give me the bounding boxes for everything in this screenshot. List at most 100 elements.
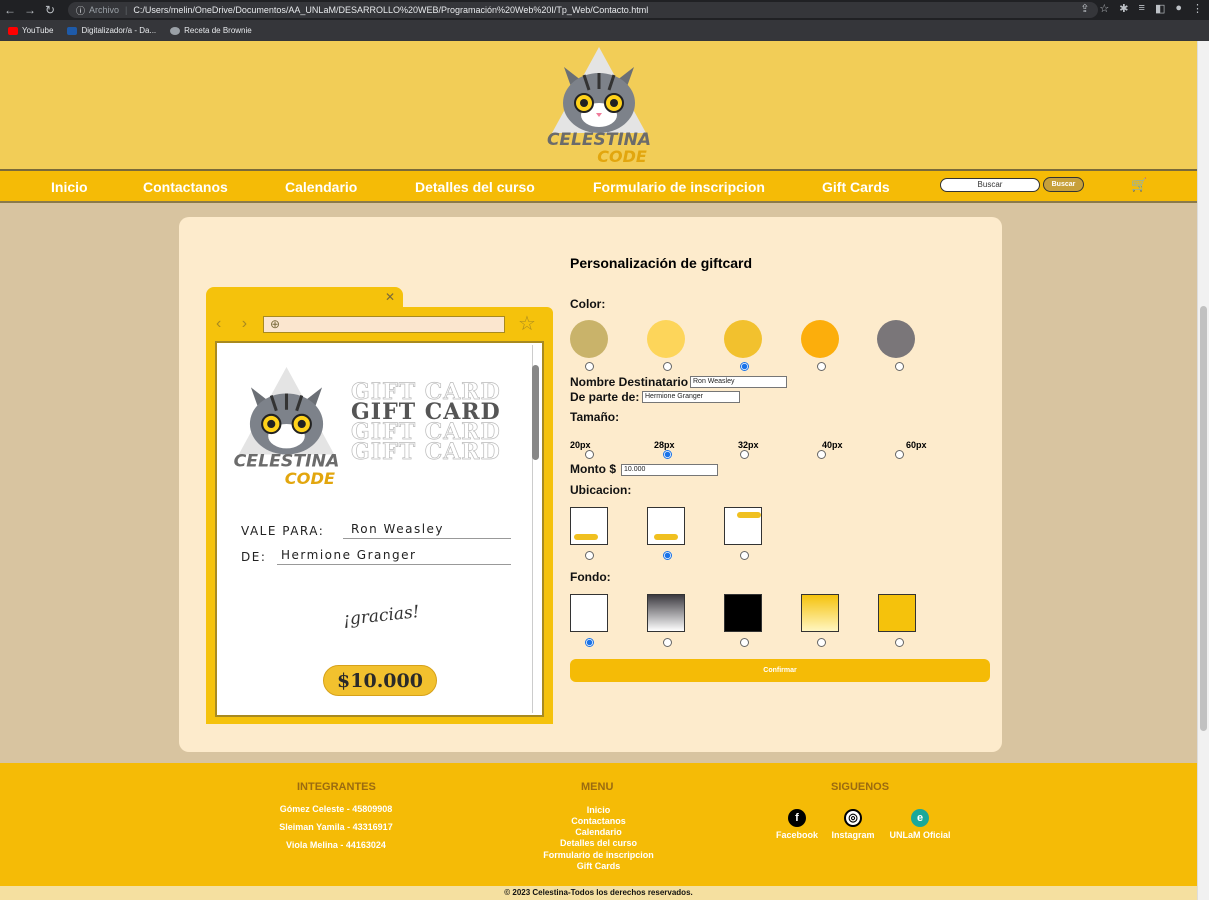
background-radio-1[interactable] bbox=[585, 638, 594, 647]
color-radio-5[interactable] bbox=[895, 362, 904, 371]
instagram-icon: ◎ bbox=[844, 809, 862, 827]
size-option-label: 40px bbox=[822, 440, 843, 450]
confirm-button[interactable]: Confirmar bbox=[570, 659, 990, 682]
page-scrollbar[interactable] bbox=[1197, 41, 1209, 900]
svg-text:CODE: CODE bbox=[597, 147, 647, 165]
instagram-link[interactable]: ◎ Instagram bbox=[828, 809, 878, 840]
members-title: INTEGRANTES bbox=[297, 781, 376, 793]
color-radio-1[interactable] bbox=[585, 362, 594, 371]
color-swatch-1[interactable] bbox=[570, 320, 608, 358]
location-option-bottom-left[interactable] bbox=[570, 507, 608, 545]
back-icon[interactable]: ← bbox=[0, 3, 20, 17]
size-radio-2[interactable] bbox=[663, 450, 672, 459]
recipient-input[interactable]: Ron Weasley bbox=[690, 376, 787, 388]
color-swatch-5[interactable] bbox=[877, 320, 915, 358]
footer-link-contactanos[interactable]: Contactanos bbox=[530, 816, 667, 826]
de-label: DE: bbox=[241, 550, 267, 564]
background-option-yellow[interactable] bbox=[878, 594, 916, 632]
size-radio-3[interactable] bbox=[740, 450, 749, 459]
copyright: © 2023 Celestina-Todos los derechos rese… bbox=[0, 886, 1197, 900]
preview-address-bar: ⊕ bbox=[263, 316, 505, 333]
address-bar[interactable]: ⓘ Archivo | C:/Users/melin/OneDrive/Docu… bbox=[68, 2, 1098, 18]
unlam-link[interactable]: e UNLaM Oficial bbox=[884, 809, 956, 840]
footer-link-formulario[interactable]: Formulario de inscripcion bbox=[530, 850, 667, 860]
location-radio-2[interactable] bbox=[663, 551, 672, 560]
facebook-icon: f bbox=[788, 809, 806, 827]
recipient-label: Nombre Destinatario bbox=[570, 375, 689, 389]
bookmark-digitalizador[interactable]: Digitalizador/a - Da... bbox=[67, 26, 156, 35]
background-radio-2[interactable] bbox=[663, 638, 672, 647]
vale-para-label: VALE PARA: bbox=[241, 524, 325, 538]
background-radio-4[interactable] bbox=[817, 638, 826, 647]
background-option-black[interactable] bbox=[724, 594, 762, 632]
color-label: Color: bbox=[570, 297, 606, 311]
unlam-icon: e bbox=[911, 809, 929, 827]
color-swatch-2[interactable] bbox=[647, 320, 685, 358]
globe-icon bbox=[170, 26, 181, 35]
from-input[interactable]: Hermione Granger bbox=[642, 391, 740, 403]
bookmark-youtube[interactable]: YouTube bbox=[8, 26, 53, 35]
bookmark-star-icon[interactable]: ☆ bbox=[1099, 2, 1109, 15]
preview-scroll-thumb bbox=[532, 365, 539, 460]
size-option-label: 60px bbox=[906, 440, 927, 450]
size-radio-5[interactable] bbox=[895, 450, 904, 459]
nav-gift-cards[interactable]: Gift Cards bbox=[822, 179, 890, 195]
preview-arrows-icon: ‹ › bbox=[216, 315, 256, 332]
reload-icon[interactable]: ↻ bbox=[40, 3, 60, 17]
background-option-white[interactable] bbox=[570, 594, 608, 632]
color-swatch-3[interactable] bbox=[724, 320, 762, 358]
close-icon: ✕ bbox=[384, 290, 395, 304]
digitalizador-icon bbox=[67, 26, 78, 35]
giftcard-form: Personalización de giftcard Color: Nombr… bbox=[570, 203, 1000, 743]
location-radio-1[interactable] bbox=[585, 551, 594, 560]
menu-icon[interactable]: ⋮ bbox=[1192, 2, 1203, 15]
extensions-icon[interactable]: ✱ bbox=[1119, 2, 1128, 15]
nav-calendario[interactable]: Calendario bbox=[285, 179, 357, 195]
celestina-logo[interactable]: CELESTINA CODE bbox=[544, 45, 654, 166]
background-radio-3[interactable] bbox=[740, 638, 749, 647]
nav-formulario[interactable]: Formulario de inscripcion bbox=[593, 179, 765, 195]
giftcard-paper: CELESTINA CODE GIFT CARD GIFT CARD GIFT … bbox=[215, 341, 544, 717]
vale-para-value: Ron Weasley bbox=[351, 522, 445, 536]
background-option-yellow-gradient[interactable] bbox=[801, 594, 839, 632]
gift-card-ghost-text: GIFT CARD bbox=[351, 439, 501, 466]
scrollbar-thumb[interactable] bbox=[1200, 306, 1207, 731]
info-icon[interactable]: ⓘ bbox=[76, 4, 85, 17]
forward-icon[interactable]: → bbox=[20, 3, 40, 17]
nav-contactanos[interactable]: Contactanos bbox=[143, 179, 228, 195]
footer-link-gift-cards[interactable]: Gift Cards bbox=[530, 861, 667, 871]
profile-icon[interactable]: ● bbox=[1175, 2, 1182, 15]
nav-inicio[interactable]: Inicio bbox=[51, 179, 88, 195]
location-label: Ubicacion: bbox=[570, 483, 632, 497]
menu-title: MENU bbox=[581, 781, 614, 793]
amount-input[interactable]: 10.000 bbox=[621, 464, 718, 476]
background-radio-5[interactable] bbox=[895, 638, 904, 647]
location-option-bottom-center[interactable] bbox=[647, 507, 685, 545]
size-radio-1[interactable] bbox=[585, 450, 594, 459]
url-text[interactable]: C:/Users/melin/OneDrive/Documentos/AA_UN… bbox=[133, 5, 648, 15]
site-footer: INTEGRANTES Gómez Celeste - 45809908 Sle… bbox=[0, 763, 1197, 900]
color-swatch-4[interactable] bbox=[801, 320, 839, 358]
footer-link-calendario[interactable]: Calendario bbox=[530, 827, 667, 837]
footer-link-inicio[interactable]: Inicio bbox=[530, 805, 667, 815]
bookmark-receta[interactable]: Receta de Brownie bbox=[170, 26, 252, 35]
sidebar-icon[interactable]: ◧ bbox=[1155, 2, 1165, 15]
footer-link-detalles[interactable]: Detalles del curso bbox=[530, 838, 667, 848]
cart-icon[interactable]: 🛒 bbox=[1131, 177, 1147, 193]
share-icon[interactable]: ⇪ bbox=[1080, 2, 1089, 15]
color-radio-4[interactable] bbox=[817, 362, 826, 371]
size-radio-4[interactable] bbox=[817, 450, 826, 459]
reading-list-icon[interactable]: ≡ bbox=[1139, 2, 1145, 15]
search-input[interactable]: Buscar bbox=[940, 178, 1040, 192]
nav-detalles[interactable]: Detalles del curso bbox=[415, 179, 535, 195]
search-button[interactable]: Buscar bbox=[1043, 177, 1084, 192]
form-title: Personalización de giftcard bbox=[570, 255, 753, 271]
color-radio-3[interactable] bbox=[740, 362, 749, 371]
background-option-gray-gradient[interactable] bbox=[647, 594, 685, 632]
location-option-top-right[interactable] bbox=[724, 507, 762, 545]
color-radio-2[interactable] bbox=[663, 362, 672, 371]
facebook-link[interactable]: f Facebook bbox=[772, 809, 822, 840]
background-label: Fondo: bbox=[570, 570, 611, 584]
location-radio-3[interactable] bbox=[740, 551, 749, 560]
member-item: Viola Melina - 44163024 bbox=[286, 840, 386, 850]
